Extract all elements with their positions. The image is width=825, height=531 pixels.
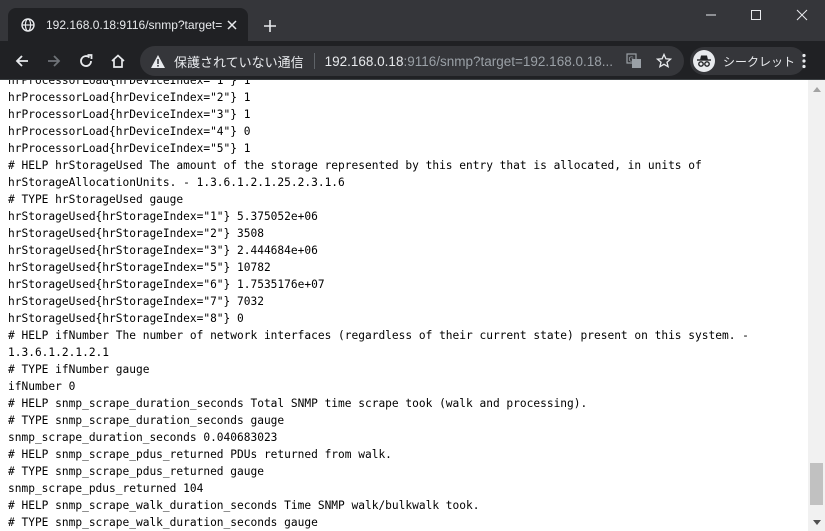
metric-comment-line: # TYPE snmp_scrape_walk_duration_seconds… [8,516,318,529]
star-icon[interactable] [654,51,674,71]
security-status[interactable]: 保護されていない通信 [174,52,304,71]
back-icon[interactable] [8,47,36,75]
translate-icon[interactable]: G [624,51,644,71]
reload-icon[interactable] [72,47,100,75]
metric-comment-line: # HELP snmp_scrape_walk_duration_seconds… [8,499,480,512]
metric-value-line: hrStorageUsed{hrStorageIndex="7"} 7032 [8,295,264,308]
metric-value-line: hrStorageUsed{hrStorageIndex="5"} 10782 [8,261,271,274]
maximize-icon[interactable] [733,0,779,30]
metric-comment-line: # TYPE ifNumber gauge [8,363,150,376]
metric-value-line: hrProcessorLoad{hrDeviceIndex="5"} 1 [8,142,251,155]
address-bar[interactable]: 保護されていない通信 192.168.0.18:9116/snmp?target… [140,46,684,76]
metric-value-line: hrStorageUsed{hrStorageIndex="8"} 0 [8,312,244,325]
metrics-text: hrProcessorLoad{hrDeviceIndex="1"} 1 hrPr… [8,80,749,531]
forward-icon[interactable] [40,47,68,75]
metric-comment-line: # HELP ifNumber The number of network in… [8,329,749,342]
browser-toolbar: 保護されていない通信 192.168.0.18:9116/snmp?target… [0,41,825,80]
metric-value-line: hrStorageUsed{hrStorageIndex="1"} 5.3750… [8,210,318,223]
close-icon[interactable] [224,17,240,33]
metric-value-line: hrProcessorLoad{hrDeviceIndex="2"} 1 [8,91,251,104]
globe-icon [20,17,36,33]
metric-comment-line: # TYPE snmp_scrape_duration_seconds gaug… [8,414,285,427]
home-icon[interactable] [104,47,132,75]
url-path: :9116/snmp?target=192.168.0.18... [403,53,613,69]
svg-text:G: G [629,56,634,64]
metric-value-line: hrProcessorLoad{hrDeviceIndex="4"} 0 [8,125,251,138]
divider [313,53,315,69]
scrollbar-thumb[interactable] [810,463,823,505]
active-tab[interactable]: 192.168.0.18:9116/snmp?target= [8,8,248,41]
metric-value-line: hrStorageAllocationUnits. - 1.3.6.1.2.1.… [8,176,345,189]
metric-comment-line: # TYPE hrStorageUsed gauge [8,193,184,206]
metric-comment-line: # HELP snmp_scrape_pdus_returned PDUs re… [8,448,392,461]
metric-comment-line: # TYPE snmp_scrape_pdus_returned gauge [8,465,264,478]
metric-value-line: ifNumber 0 [8,380,76,393]
metric-value-line: snmp_scrape_pdus_returned 104 [8,482,204,495]
incognito-indicator[interactable]: シークレット [690,47,806,75]
metric-value-line: hrStorageUsed{hrStorageIndex="3"} 2.4446… [8,244,318,257]
url-host: 192.168.0.18 [324,53,404,69]
metric-value-line: hrProcessorLoad{hrDeviceIndex="1"} 1 [8,80,251,87]
scroll-up-icon[interactable] [808,80,825,97]
metric-comment-line: # HELP snmp_scrape_duration_seconds Tota… [8,397,588,410]
metric-value-line: hrStorageUsed{hrStorageIndex="6"} 1.7535… [8,278,325,291]
url-text[interactable]: 192.168.0.18:9116/snmp?target=192.168.0.… [325,54,614,69]
metric-value-line: hrProcessorLoad{hrDeviceIndex="3"} 1 [8,108,251,121]
vertical-scrollbar[interactable] [808,80,825,531]
page-content: hrProcessorLoad{hrDeviceIndex="1"} 1 hrPr… [0,80,808,531]
incognito-icon [693,50,715,72]
tab-title: 192.168.0.18:9116/snmp?target= [46,17,223,32]
minimize-icon[interactable] [688,0,734,30]
metric-comment-line: # HELP hrStorageUsed The amount of the s… [8,159,702,172]
incognito-label: シークレット [723,54,796,69]
scroll-down-icon[interactable] [808,514,825,531]
plus-icon[interactable] [258,14,282,38]
window-close-icon[interactable] [779,0,825,30]
warning-icon[interactable] [150,54,166,69]
metric-value-line: snmp_scrape_duration_seconds 0.040683023 [8,431,278,444]
metric-value-line: hrStorageUsed{hrStorageIndex="2"} 3508 [8,227,264,240]
more-vert-icon[interactable] [792,47,816,75]
tab-strip: 192.168.0.18:9116/snmp?target= [0,0,825,41]
metric-value-line: 1.3.6.1.2.1.2.1 [8,346,110,359]
